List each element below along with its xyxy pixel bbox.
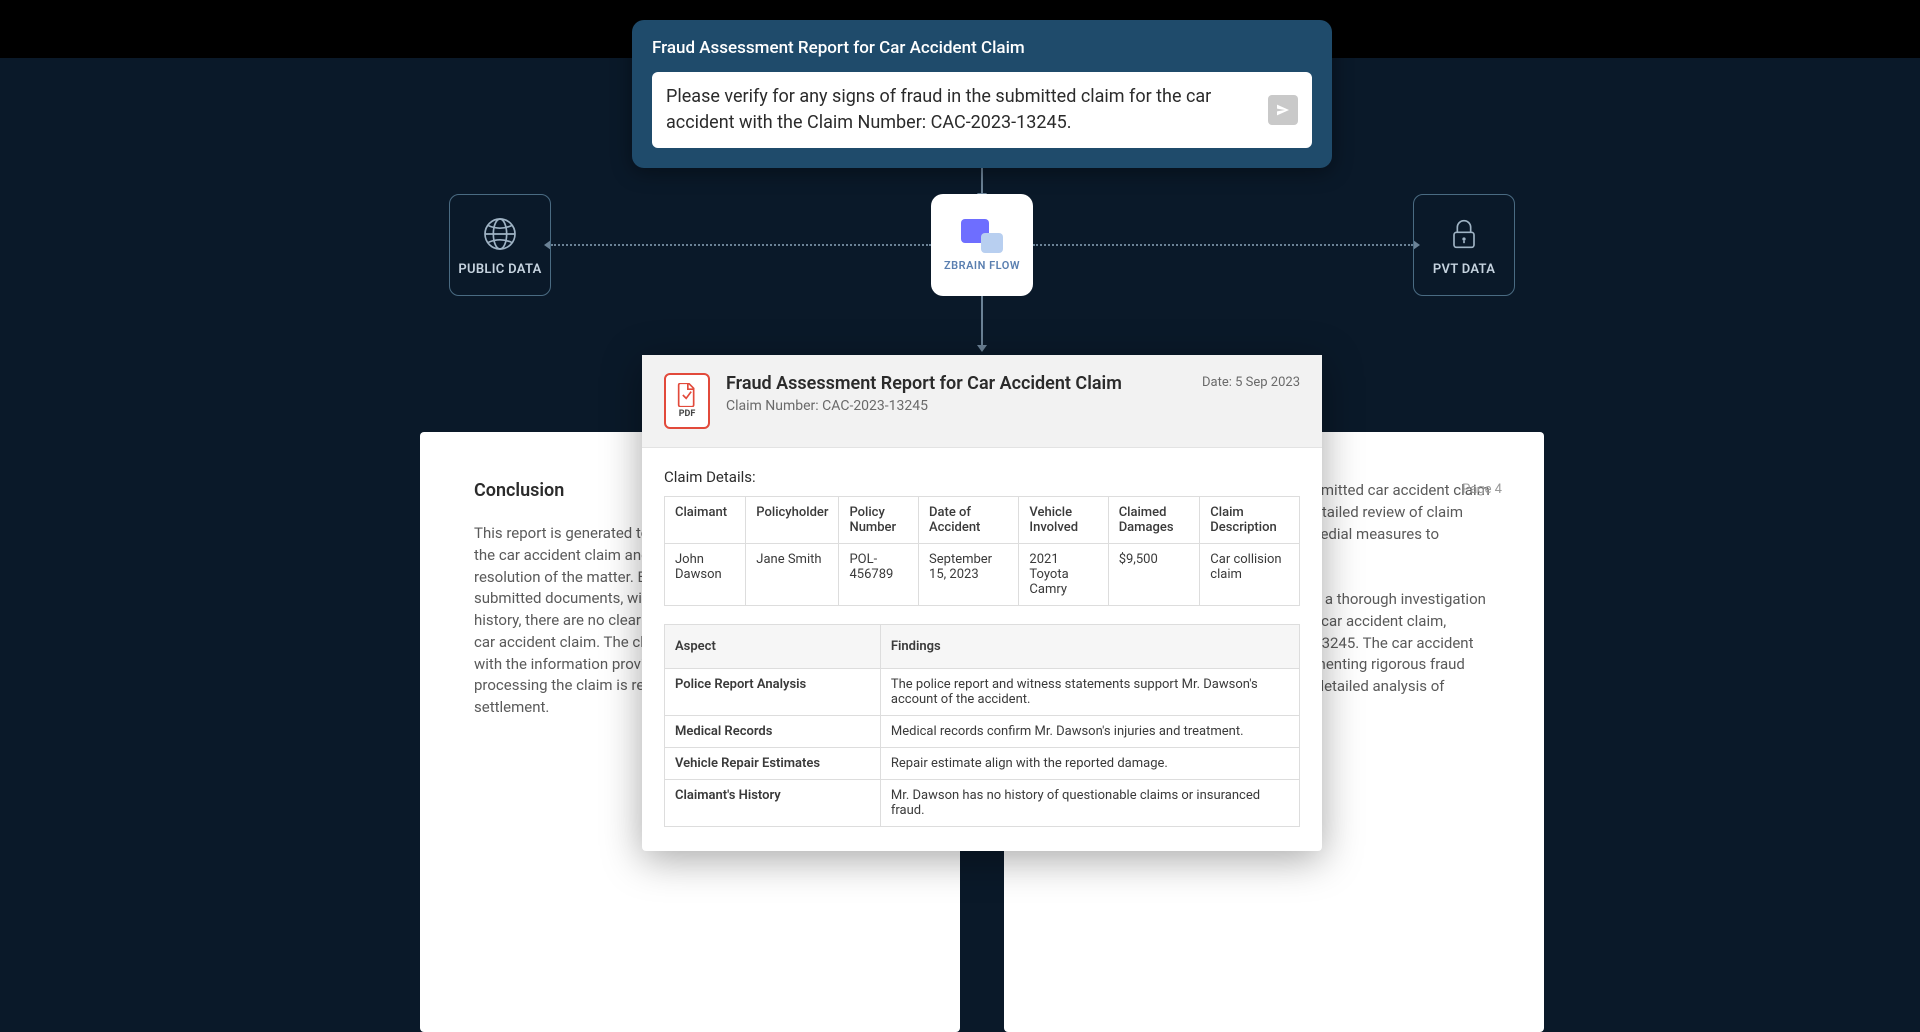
pdf-label: PDF bbox=[679, 409, 696, 419]
report-body: Claim Details: ClaimantPolicyholderPolic… bbox=[642, 448, 1322, 851]
claim-table-cell: John Dawson bbox=[665, 544, 746, 606]
findings-table-header: Findings bbox=[880, 625, 1299, 669]
zbrain-flow-node: ZBRAIN FLOW bbox=[931, 194, 1033, 296]
globe-icon bbox=[480, 214, 520, 254]
findings-table-row: Police Report AnalysisThe police report … bbox=[665, 669, 1300, 716]
private-data-node: PVT DATA bbox=[1413, 194, 1515, 296]
send-button[interactable] bbox=[1268, 95, 1298, 125]
claim-details-label: Claim Details: bbox=[664, 468, 1300, 486]
findings-aspect-cell: Police Report Analysis bbox=[665, 669, 881, 716]
public-data-node: PUBLIC DATA bbox=[449, 194, 551, 296]
report-date: Date: 5 Sep 2023 bbox=[1202, 373, 1300, 390]
public-data-label: PUBLIC DATA bbox=[458, 262, 541, 277]
prompt-card-title: Fraud Assessment Report for Car Accident… bbox=[652, 38, 1312, 58]
bg-right-page-number: Page 4 bbox=[1462, 482, 1502, 497]
findings-aspect-cell: Vehicle Repair Estimates bbox=[665, 748, 881, 780]
connector-center-to-private bbox=[1033, 244, 1413, 246]
prompt-input-row: Please verify for any signs of fraud in … bbox=[652, 72, 1312, 148]
arrow-center-to-report bbox=[981, 296, 983, 346]
lock-icon bbox=[1444, 214, 1484, 254]
claim-details-table: ClaimantPolicyholderPolicy NumberDate of… bbox=[664, 496, 1300, 606]
claim-table-cell: POL-456789 bbox=[839, 544, 919, 606]
prompt-text[interactable]: Please verify for any signs of fraud in … bbox=[666, 84, 1256, 136]
claim-table-cell: Car collision claim bbox=[1200, 544, 1300, 606]
findings-finding-cell: The police report and witness statements… bbox=[880, 669, 1299, 716]
findings-finding-cell: Medical records confirm Mr. Dawson's inj… bbox=[880, 716, 1299, 748]
findings-aspect-cell: Medical Records bbox=[665, 716, 881, 748]
report-header: PDF Fraud Assessment Report for Car Acci… bbox=[642, 355, 1322, 448]
findings-table-row: Medical RecordsMedical records confirm M… bbox=[665, 716, 1300, 748]
claim-table-header: Claimant bbox=[665, 497, 746, 544]
report-card: PDF Fraud Assessment Report for Car Acci… bbox=[642, 355, 1322, 851]
private-data-label: PVT DATA bbox=[1433, 262, 1495, 277]
claim-table-cell: $9,500 bbox=[1108, 544, 1200, 606]
findings-finding-cell: Mr. Dawson has no history of questionabl… bbox=[880, 780, 1299, 827]
findings-table-header: Aspect bbox=[665, 625, 881, 669]
report-subtitle: Claim Number: CAC-2023-13245 bbox=[726, 398, 1190, 414]
findings-table-row: Vehicle Repair EstimatesRepair estimate … bbox=[665, 748, 1300, 780]
claim-table-header: Date of Accident bbox=[919, 497, 1019, 544]
report-title: Fraud Assessment Report for Car Accident… bbox=[726, 373, 1190, 394]
claim-table-cell: 2021 Toyota Camry bbox=[1019, 544, 1108, 606]
connector-public-to-center bbox=[551, 244, 931, 246]
zbrain-brand-label: ZBRAIN FLOW bbox=[944, 259, 1020, 272]
claim-table-header: Claimed Damages bbox=[1108, 497, 1200, 544]
claim-table-header: Claim Description bbox=[1200, 497, 1300, 544]
claim-table-cell: September 15, 2023 bbox=[919, 544, 1019, 606]
claim-table-header: Policy Number bbox=[839, 497, 919, 544]
findings-table: AspectFindings Police Report AnalysisThe… bbox=[664, 624, 1300, 827]
claim-table-cell: Jane Smith bbox=[746, 544, 839, 606]
claim-table-header: Policyholder bbox=[746, 497, 839, 544]
pdf-icon: PDF bbox=[664, 373, 710, 429]
findings-aspect-cell: Claimant's History bbox=[665, 780, 881, 827]
findings-finding-cell: Repair estimate align with the reported … bbox=[880, 748, 1299, 780]
send-icon bbox=[1275, 102, 1291, 118]
claim-table-header: Vehicle Involved bbox=[1019, 497, 1108, 544]
prompt-card: Fraud Assessment Report for Car Accident… bbox=[632, 20, 1332, 168]
findings-table-row: Claimant's HistoryMr. Dawson has no hist… bbox=[665, 780, 1300, 827]
zbrain-logo-icon bbox=[961, 219, 1003, 253]
